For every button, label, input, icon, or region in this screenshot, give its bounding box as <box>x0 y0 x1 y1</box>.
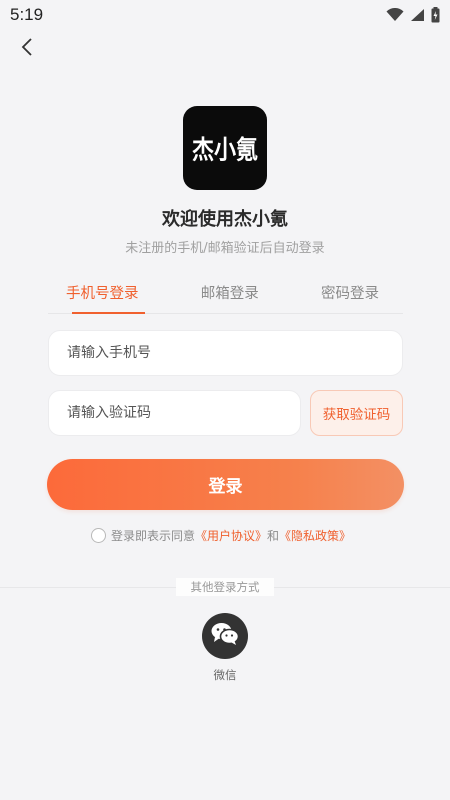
other-login-label: 其他登录方式 <box>176 578 274 596</box>
phone-input[interactable] <box>67 345 402 361</box>
tab-password-login[interactable]: 密码登录 <box>315 278 385 313</box>
status-bar: 5:19 <box>0 0 450 30</box>
app-logo: 杰小氪 <box>183 106 267 190</box>
signal-icon <box>410 8 425 22</box>
verification-code-input[interactable] <box>67 405 300 421</box>
logo-text: 杰小氪 <box>191 135 258 166</box>
status-time: 5:19 <box>10 5 44 24</box>
login-button[interactable]: 登录 <box>47 459 404 510</box>
wechat-icon <box>210 621 240 651</box>
back-button[interactable] <box>14 36 40 62</box>
wifi-icon <box>386 8 404 22</box>
phone-field <box>48 330 403 376</box>
agreement-checkbox[interactable] <box>91 527 106 543</box>
agreement-row: 登录即表示同意 《用户协议》 和 《隐私政策》 <box>91 526 351 544</box>
code-field <box>48 390 301 436</box>
welcome-subtitle: 未注册的手机/邮箱验证后自动登录 <box>125 241 325 256</box>
welcome-title: 欢迎使用杰小氪 <box>162 209 288 230</box>
wechat-label: 微信 <box>213 668 237 682</box>
user-agreement-link[interactable]: 《用户协议》 <box>195 527 267 544</box>
tab-email-login[interactable]: 邮箱登录 <box>195 278 265 313</box>
agreement-conjunction: 和 <box>267 528 280 543</box>
status-icons <box>386 7 440 23</box>
tab-phone-login[interactable]: 手机号登录 <box>60 278 145 314</box>
battery-icon <box>431 7 440 23</box>
get-code-button[interactable]: 获取验证码 <box>310 390 403 436</box>
wechat-login-button[interactable] <box>202 613 248 659</box>
agreement-prefix: 登录即表示同意 <box>111 528 196 543</box>
login-tabs: 手机号登录 邮箱登录 密码登录 <box>48 278 403 314</box>
chevron-left-icon <box>20 37 34 61</box>
privacy-policy-link[interactable]: 《隐私政策》 <box>279 527 351 544</box>
